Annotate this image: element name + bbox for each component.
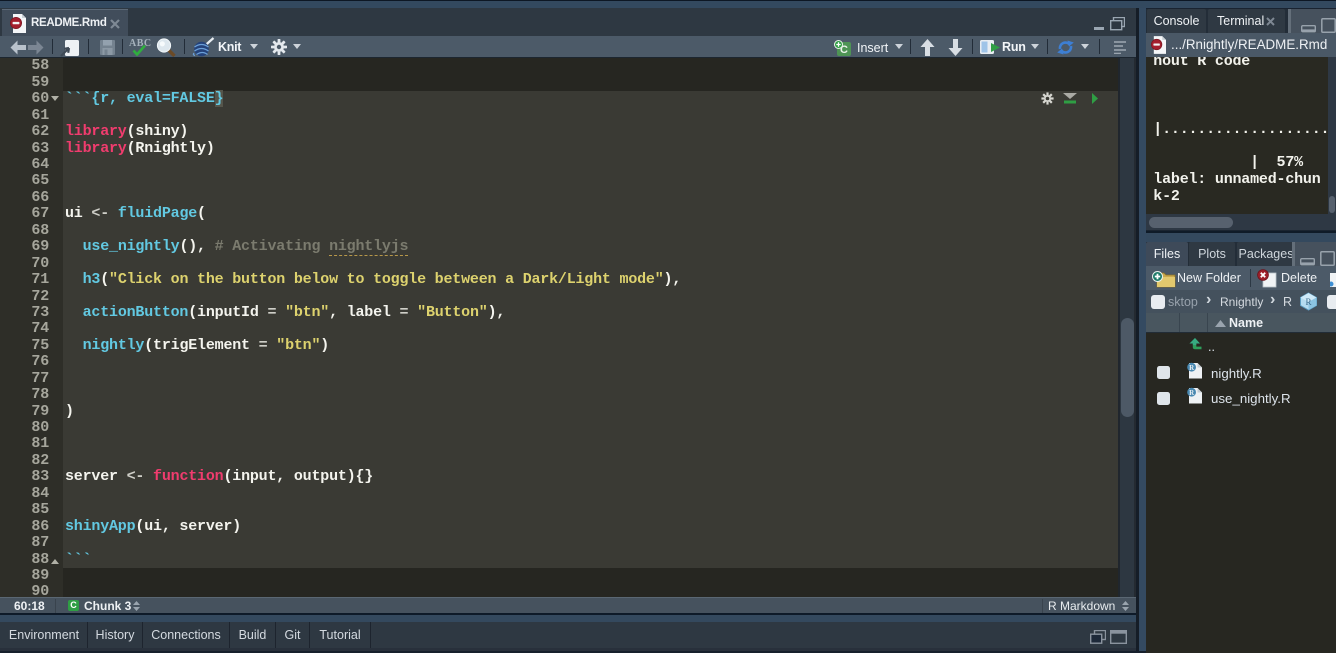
svg-text:R: R xyxy=(1305,297,1311,307)
